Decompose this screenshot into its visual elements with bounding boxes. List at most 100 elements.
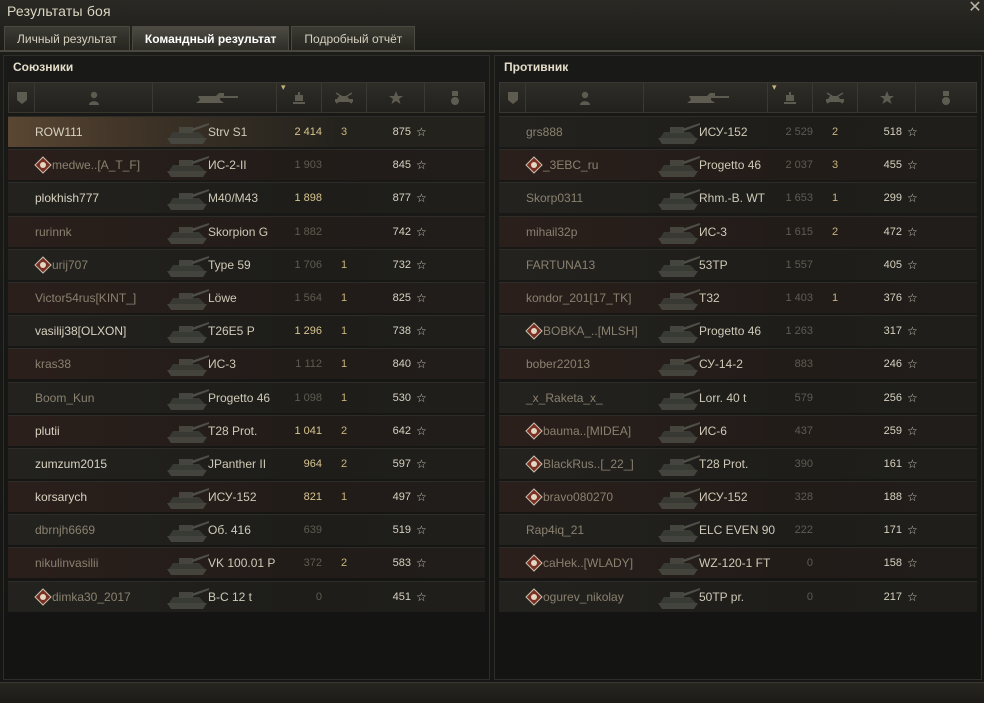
vehicle-name: В-С 12 t [208, 589, 253, 604]
star-icon[interactable] [367, 83, 425, 112]
player-name: ROW111 [35, 125, 83, 139]
tank-icon [163, 317, 213, 347]
player-row[interactable]: FARTUNA13 53TP 1 557 405 ☆ [499, 248, 977, 280]
vehicle-name: ИС-3 [699, 224, 727, 239]
player-row[interactable]: urij707 Type 59 1 706 1 732 ☆ [8, 248, 485, 280]
player-icon[interactable] [526, 83, 644, 112]
clan-emblem-icon [525, 322, 543, 340]
squad-icon[interactable] [9, 83, 35, 112]
tank-icon[interactable] [153, 83, 277, 112]
battle-results-window: Результаты боя ✕ Личный результат Команд… [0, 0, 984, 703]
enemies-panel: Противник ▾ grs888 ИСУ-152 2 529 2 518 ☆… [494, 55, 982, 680]
tank-icon [163, 151, 213, 181]
xp-value: 497 [392, 491, 411, 504]
tank-icon [654, 450, 704, 480]
player-name: Skorp0311 [526, 191, 584, 206]
player-row[interactable]: Skorp0311 Rhm.-B. WT 1 653 1 299 ☆ [499, 182, 977, 214]
xp-value: 299 [883, 192, 902, 205]
player-row[interactable]: bober22013 СУ-14-2 883 246 ☆ [499, 348, 977, 380]
star-icon: ☆ [907, 290, 918, 305]
player-row[interactable]: kras38 ИС-3 1 112 1 840 ☆ [8, 348, 485, 380]
star-icon: ☆ [907, 490, 918, 505]
player-row[interactable]: nikulinvasilii VK 100.01 P 372 2 583 ☆ [8, 547, 485, 579]
medal-icon[interactable] [425, 83, 484, 112]
kills-value: 2 [341, 557, 348, 570]
star-icon: ☆ [416, 125, 427, 139]
player-row[interactable]: BlackRus..[_22_] T28 Prot. 390 161 ☆ [499, 447, 977, 480]
player-row[interactable]: korsarych ИСУ-152 821 1 497 ☆ [8, 481, 485, 513]
kills-value: 2 [832, 225, 839, 238]
damage-icon[interactable]: ▾ [277, 83, 322, 112]
player-row[interactable]: mihail32p ИС-3 1 615 2 472 ☆ [499, 215, 977, 247]
player-row[interactable]: rurinnk Skorpion G 1 882 742 ☆ [8, 215, 485, 247]
player-name: Boom_Kun [35, 390, 95, 405]
kills-value: 1 [832, 291, 839, 304]
player-name: caHek..[WLADY] [543, 556, 634, 571]
kills-value: 1 [832, 192, 839, 205]
player-row[interactable]: grs888 ИСУ-152 2 529 2 518 ☆ [499, 116, 977, 147]
player-icon[interactable] [35, 83, 153, 112]
player-row[interactable]: ogurev_nikolay 50TP pr. 0 217 ☆ [499, 580, 977, 612]
close-icon[interactable]: ✕ [968, 0, 982, 15]
player-row[interactable]: vasilij38[OLXON] T26E5 P 1 296 1 738 ☆ [8, 315, 485, 347]
medal-icon[interactable] [916, 83, 976, 112]
xp-value: 259 [883, 424, 902, 437]
player-row[interactable]: kondor_201[17_TK] T32 1 403 1 376 ☆ [499, 281, 977, 313]
star-icon[interactable] [858, 83, 916, 112]
player-row[interactable]: dimka30_2017 В-С 12 t 0 451 ☆ [8, 580, 485, 613]
player-row[interactable]: dbrnjh6669 Об. 416 639 519 ☆ [8, 514, 485, 546]
star-icon: ☆ [907, 357, 918, 372]
player-row[interactable]: caHek..[WLADY] WZ-120-1 FT 0 158 ☆ [499, 547, 977, 579]
vehicle-name: Progetto 46 [699, 158, 762, 173]
player-row[interactable]: medwe..[A_T_F] ИС-2-II 1 903 845 ☆ [8, 149, 485, 181]
player-row[interactable]: ROW111 Strv S1 2 414 3 875 ☆ [8, 116, 485, 147]
player-row[interactable]: Rap4iq_21 ELC EVEN 90 222 171 ☆ [499, 514, 977, 546]
vehicle-name: СУ-14-2 [699, 357, 743, 372]
player-row[interactable]: bauma..[MIDEA] ИС-6 437 259 ☆ [499, 414, 977, 446]
kills-icon[interactable] [813, 83, 858, 112]
damage-value: 1 263 [785, 325, 813, 338]
tab-team-result[interactable]: Командный результат [131, 26, 290, 50]
player-row[interactable]: plokhish777 M40/M43 1 898 877 ☆ [8, 182, 485, 214]
damage-value: 1 098 [294, 391, 322, 404]
enemies-title: Противник [504, 60, 569, 74]
xp-value: 530 [392, 391, 411, 404]
star-icon: ☆ [907, 191, 918, 206]
xp-value: 845 [392, 159, 411, 172]
player-row[interactable]: _x_Raketa_x_ Lorr. 40 t 579 256 ☆ [499, 381, 977, 413]
kills-icon[interactable] [322, 83, 367, 112]
star-icon: ☆ [907, 390, 918, 405]
tank-icon [163, 583, 213, 613]
xp-value: 246 [883, 358, 902, 371]
player-row[interactable]: plutii T28 Prot. 1 041 2 642 ☆ [8, 414, 485, 446]
player-name: BlackRus..[_22_] [543, 456, 634, 471]
tank-icon[interactable] [644, 83, 768, 112]
damage-value: 1 706 [294, 258, 322, 271]
player-name: bober22013 [526, 357, 591, 372]
vehicle-name: ИС-2-II [208, 158, 247, 173]
player-row[interactable]: bravo080270 ИСУ-152 328 188 ☆ [499, 481, 977, 513]
star-icon: ☆ [416, 589, 427, 604]
star-icon: ☆ [416, 490, 427, 505]
player-name: zumzum2015 [35, 456, 108, 471]
tab-detailed-report[interactable]: Подробный отчёт [291, 26, 416, 50]
vehicle-name: ИСУ-152 [699, 490, 748, 505]
damage-value: 437 [794, 424, 813, 437]
damage-value: 0 [315, 590, 322, 603]
star-icon: ☆ [907, 589, 918, 604]
squad-icon[interactable] [500, 83, 526, 112]
tank-icon [163, 284, 213, 314]
tab-personal-result[interactable]: Личный результат [4, 26, 130, 50]
player-row[interactable]: _3EBC_ru Progetto 46 2 037 3 455 ☆ [499, 149, 977, 181]
player-row[interactable]: zumzum2015 JPanther II 964 2 597 ☆ [8, 447, 485, 479]
player-name: medwe..[A_T_F] [52, 158, 141, 173]
kills-value: 1 [341, 258, 348, 271]
player-row[interactable]: BOBKA_..[MLSH] Progetto 46 1 263 317 ☆ [499, 315, 977, 347]
damage-icon[interactable]: ▾ [768, 83, 813, 112]
damage-value: 1 903 [294, 159, 322, 172]
player-row[interactable]: Victor54rus[KINT_] Löwe 1 564 1 825 ☆ [8, 281, 485, 314]
star-icon: ☆ [907, 224, 918, 239]
player-name: ogurev_nikolay [543, 589, 624, 604]
player-row[interactable]: Boom_Kun Progetto 46 1 098 1 530 ☆ [8, 381, 485, 413]
vehicle-name: ИС-6 [699, 423, 727, 438]
